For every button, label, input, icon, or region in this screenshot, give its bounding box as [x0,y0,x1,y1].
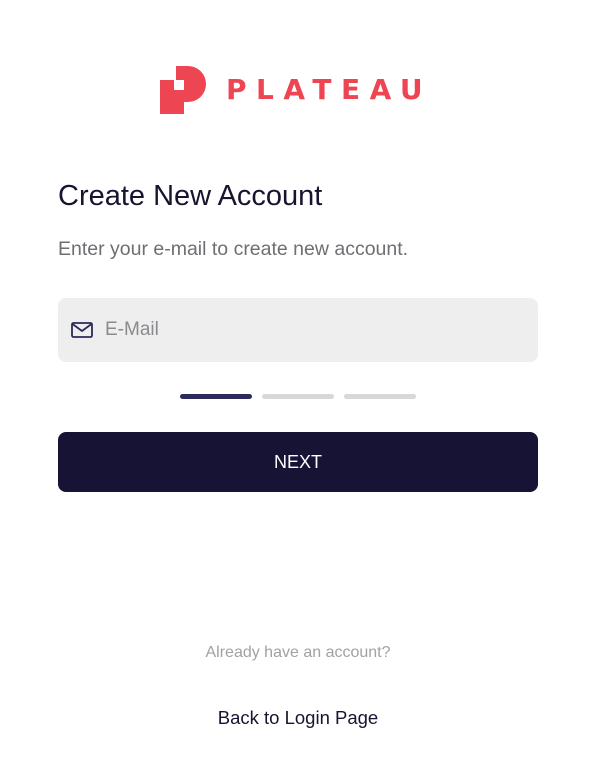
brand-logo: PLATEAU [160,66,432,114]
plateau-logo-icon [160,66,206,114]
progress-stepper [180,394,416,399]
email-field[interactable] [58,298,538,362]
email-input[interactable] [105,319,525,341]
progress-step-1 [180,394,252,399]
progress-step-2 [262,394,334,399]
next-button[interactable]: NEXT [58,432,538,492]
mail-icon [71,322,93,338]
progress-step-3 [344,394,416,399]
page-title: Create New Account [58,180,323,212]
already-have-account-text: Already have an account? [205,644,391,661]
page-subtitle: Enter your e-mail to create new account. [58,238,409,260]
back-to-login-link[interactable]: Back to Login Page [0,706,596,730]
brand-name: PLATEAU [226,73,433,106]
